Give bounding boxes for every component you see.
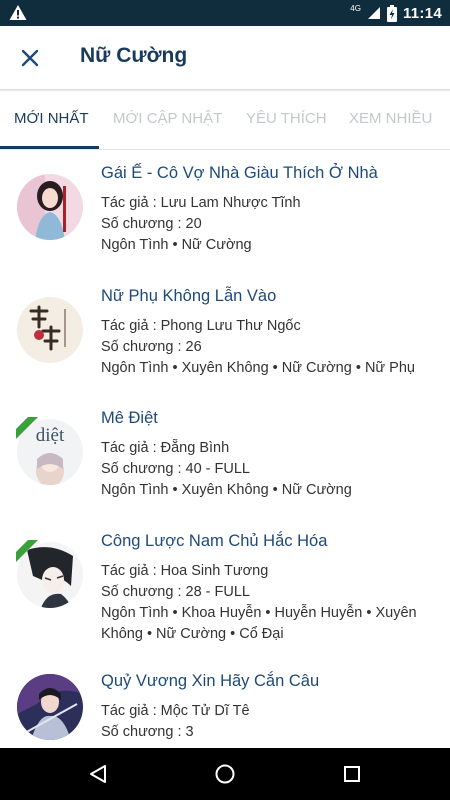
book-info: Gái Ế - Cô Vợ Nhà Giàu Thích Ở Nhà Tác g… [101,162,436,256]
book-genres: Ngôn Tình • Khoa Huyễn • Huyễn Huyễn • X… [101,605,417,621]
tab-most-viewed[interactable]: XEM NHIỀU [349,110,432,127]
book-title[interactable]: Nữ Phụ Không Lẫn Vào [101,285,436,307]
tab-newest[interactable]: MỚI NHẤT [14,110,89,127]
book-title[interactable]: Gái Ế - Cô Vợ Nhà Giàu Thích Ở Nhà [101,162,436,184]
book-author: Tác giả : Mộc Tử Dĩ Tê [101,703,250,719]
book-item[interactable]: diệt Mê Điệt Tác giả : Đẵng Bình Số chươ… [0,403,450,515]
home-icon[interactable] [213,762,237,786]
book-info: Quỷ Vương Xin Hãy Cắn Câu Tác giả : Mộc … [101,670,436,743]
full-badge-icon [16,417,38,439]
close-icon[interactable] [18,46,42,70]
book-chapters: Số chương : 40 - FULL [101,461,250,477]
book-info: Nữ Phụ Không Lẫn Vào Tác giả : Phong Lưu… [101,285,436,379]
book-chapters: Số chương : 26 [101,339,202,355]
book-cover [17,174,83,240]
clock: 11:14 [402,4,442,22]
warning-icon [9,5,27,20]
book-title[interactable]: Mê Điệt [101,407,436,429]
page-title: Nữ Cường [80,44,188,67]
network-type: 4G [350,3,361,13]
book-genres: Ngôn Tình • Nữ Cường [101,237,252,253]
tab-recently-updated[interactable]: MỚI CẬP NHẬT [113,110,222,127]
full-badge-icon [16,540,38,562]
book-item[interactable]: Gái Ế - Cô Vợ Nhà Giàu Thích Ở Nhà Tác g… [0,158,450,270]
tab-favorite[interactable]: YÊU THÍCH [246,110,327,127]
book-cover [17,674,83,740]
book-author: Tác giả : Lưu Lam Nhược Tĩnh [101,195,301,211]
tab-indicator [0,146,99,149]
book-author: Tác giả : Đẵng Bình [101,440,230,456]
book-info: Mê Điệt Tác giả : Đẵng Bình Số chương : … [101,407,436,501]
book-chapters: Số chương : 28 - FULL [101,584,250,600]
book-genres: Ngôn Tình • Xuyên Không • Nữ Cường • Nữ … [101,360,415,376]
book-cover [17,297,83,363]
book-item[interactable]: Nữ Phụ Không Lẫn Vào Tác giả : Phong Lưu… [0,281,450,393]
status-bar: 4G 11:14 [0,0,450,26]
book-title[interactable]: Quỷ Vương Xin Hãy Cắn Câu [101,670,436,692]
book-chapters: Số chương : 3 [101,724,194,740]
book-genres-continued: Không • Nữ Cường • Cổ Đại [101,626,284,642]
system-nav-bar [0,748,450,800]
category-tabs: MỚI NHẤT MỚI CẬP NHẬT YÊU THÍCH XEM NHIỀ… [0,92,450,150]
battery-charging-icon [386,4,397,22]
book-author: Tác giả : Hoa Sinh Tương [101,563,269,579]
status-icons: 4G 11:14 [350,0,442,26]
book-chapters: Số chương : 20 [101,216,202,232]
app-bar: Nữ Cường [0,26,450,90]
book-item[interactable]: Quỷ Vương Xin Hãy Cắn Câu Tác giả : Mộc … [0,666,450,748]
book-item[interactable]: Công Lược Nam Chủ Hắc Hóa Tác giả : Hoa … [0,526,450,662]
back-icon[interactable] [86,762,110,786]
book-title[interactable]: Công Lược Nam Chủ Hắc Hóa [101,530,436,552]
book-genres: Ngôn Tình • Xuyên Không • Nữ Cường [101,482,352,498]
recents-icon[interactable] [340,762,364,786]
book-list: Gái Ế - Cô Vợ Nhà Giàu Thích Ở Nhà Tác g… [0,150,450,748]
book-author: Tác giả : Phong Lưu Thư Ngốc [101,318,301,334]
book-info: Công Lược Nam Chủ Hắc Hóa Tác giả : Hoa … [101,530,436,645]
signal-icon [367,7,380,19]
